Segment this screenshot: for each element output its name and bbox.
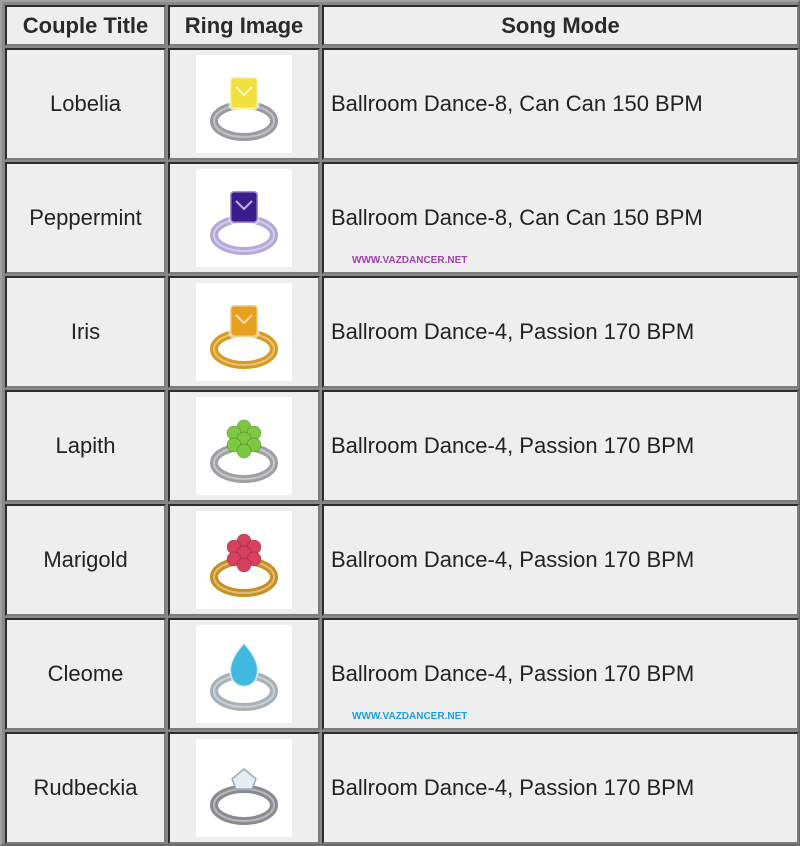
song-mode-cell: Ballroom Dance-8, Can Can 150 BPM WWW.VAZ… [322,162,799,274]
song-mode-text: Ballroom Dance-8, Can Can 150 BPM [331,205,703,230]
header-song-mode: Song Mode [322,5,799,46]
couple-title-cell: Peppermint [5,162,166,274]
ring-image-cell [168,732,320,844]
yellow-gem-silver-ring-icon [196,55,292,153]
ring-image-cell [168,48,320,160]
song-mode-text: Ballroom Dance-4, Passion 170 BPM [331,319,695,344]
blue-teardrop-silver-ring-icon [196,625,292,723]
ring-image-cell [168,162,320,274]
couple-title-cell: Lapith [5,390,166,502]
ring-image-cell [168,390,320,502]
song-mode-cell: Ballroom Dance-4, Passion 170 BPM [322,390,799,502]
ring-image-cell [168,618,320,730]
red-cluster-gold-ring-icon [196,511,292,609]
orange-gem-gold-ring-icon [196,283,292,381]
song-mode-cell: Ballroom Dance-8, Can Can 150 BPM [322,48,799,160]
clear-gem-silver-ring-icon [196,739,292,837]
song-mode-cell: Ballroom Dance-4, Passion 170 BPM WWW.VAZ… [322,618,799,730]
song-mode-text: Ballroom Dance-8, Can Can 150 BPM [331,91,703,116]
purple-gem-silver-ring-icon [196,169,292,267]
header-ring-image: Ring Image [168,5,320,46]
green-cluster-silver-ring-icon [196,397,292,495]
couple-title-cell: Iris [5,276,166,388]
song-mode-cell: Ballroom Dance-4, Passion 170 BPM [322,732,799,844]
ring-image-cell [168,276,320,388]
couple-title-cell: Rudbeckia [5,732,166,844]
watermark-text: WWW.VAZDANCER.NET [352,255,468,266]
ring-image-cell [168,504,320,616]
couple-rings-table: Couple Title Ring Image Song Mode Lobeli… [0,0,800,846]
couple-title-cell: Marigold [5,504,166,616]
song-mode-text: Ballroom Dance-4, Passion 170 BPM [331,661,695,686]
song-mode-text: Ballroom Dance-4, Passion 170 BPM [331,547,695,572]
watermark-text: WWW.VAZDANCER.NET [352,711,468,722]
song-mode-cell: Ballroom Dance-4, Passion 170 BPM [322,276,799,388]
header-couple-title: Couple Title [5,5,166,46]
couple-title-cell: Lobelia [5,48,166,160]
song-mode-cell: Ballroom Dance-4, Passion 170 BPM [322,504,799,616]
song-mode-text: Ballroom Dance-4, Passion 170 BPM [331,433,695,458]
song-mode-text: Ballroom Dance-4, Passion 170 BPM [331,775,695,800]
couple-title-cell: Cleome [5,618,166,730]
